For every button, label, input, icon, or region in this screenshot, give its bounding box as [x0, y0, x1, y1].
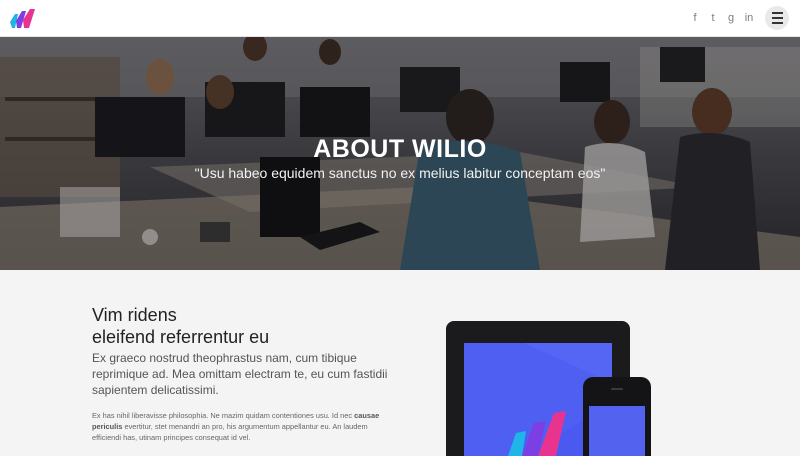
linkedin-icon[interactable]: in	[744, 11, 754, 25]
hamburger-icon	[771, 12, 783, 14]
phone-speaker	[611, 388, 623, 390]
facebook-icon[interactable]: f	[690, 11, 700, 25]
lead-paragraph: Ex graeco nostrud theophrastus nam, cum …	[92, 351, 388, 397]
social-links: f t g in	[690, 11, 754, 25]
top-navbar: f t g in	[0, 0, 800, 37]
page-title: ABOUT WILIO	[313, 135, 487, 163]
about-section: Vim ridens eleifend referrentur eu Ex gr…	[0, 270, 800, 456]
menu-button[interactable]	[765, 6, 789, 30]
hero-subtitle: "Usu habeo equidem sanctus no ex melius …	[194, 165, 606, 181]
phone-screen	[589, 406, 645, 456]
google-plus-icon[interactable]: g	[726, 11, 736, 25]
wilio-logo[interactable]	[9, 8, 37, 30]
section-heading-line2: eleifend referrentur eu	[92, 327, 270, 347]
section-heading-line1: Vim ridens	[92, 305, 177, 325]
body-paragraph: Ex has nihil liberavisse philosophia. Ne…	[92, 411, 380, 442]
hero-banner: ABOUT WILIO "Usu habeo equidem sanctus n…	[0, 37, 800, 270]
twitter-icon[interactable]: t	[708, 11, 718, 25]
phone-mockup	[583, 377, 651, 456]
